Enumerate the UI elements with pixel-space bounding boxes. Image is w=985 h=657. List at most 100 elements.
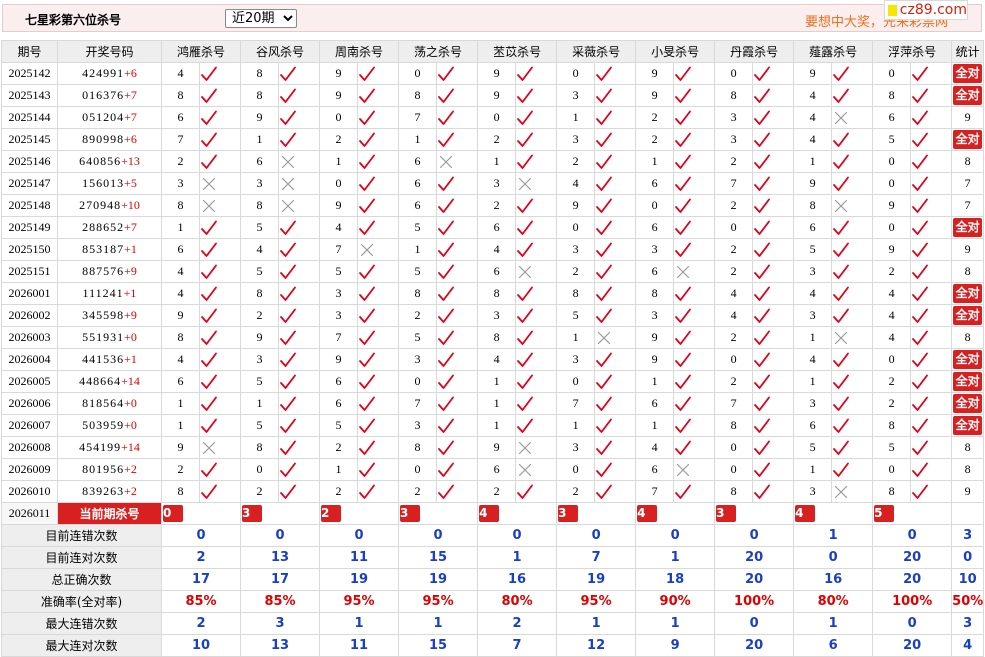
kill-number-cell: 6 <box>319 392 359 415</box>
result-cell <box>357 370 400 393</box>
result-cell <box>594 414 637 437</box>
kill-number-cell: 4 <box>319 216 359 239</box>
check-icon <box>280 396 319 412</box>
summary-value: 12 <box>556 634 637 657</box>
kill-number-cell: 9 <box>793 62 833 85</box>
result-cell <box>278 172 321 195</box>
summary-value: 95% <box>319 590 400 613</box>
check-icon <box>359 132 398 148</box>
check-icon <box>438 88 477 104</box>
check-icon <box>912 88 951 104</box>
kill-number-cell: 8 <box>714 84 754 107</box>
check-icon <box>359 396 398 412</box>
kill-number-cell: 3 <box>556 348 596 371</box>
cross-icon <box>280 198 319 214</box>
result-cell <box>673 172 716 195</box>
result-cell <box>594 304 637 327</box>
result-cell <box>278 282 321 305</box>
current-kill-spacer <box>357 502 400 525</box>
check-icon <box>675 132 714 148</box>
summary-value: 85% <box>160 590 242 613</box>
summary-value: 17 <box>160 568 242 591</box>
kill-number-cell: 5 <box>793 436 833 459</box>
kill-number-cell: 8 <box>714 480 754 503</box>
kill-number-cell: 1 <box>793 370 833 393</box>
kill-number-cell: 6 <box>161 238 200 261</box>
kill-number-cell: 3 <box>556 436 596 459</box>
check-icon <box>833 374 872 390</box>
check-icon <box>201 352 240 368</box>
kill-number-cell: 8 <box>161 326 200 349</box>
result-cell <box>594 436 637 459</box>
kill-number-cell: 3 <box>793 480 833 503</box>
summary-value: 2 <box>477 612 558 635</box>
result-cell <box>515 480 558 503</box>
check-icon <box>754 242 793 258</box>
result-cell <box>752 172 795 195</box>
correct-count: 8 <box>964 462 971 476</box>
result-cell <box>515 238 558 261</box>
result-cell <box>278 128 321 151</box>
check-icon <box>280 220 319 236</box>
kill-number-cell: 9 <box>161 304 200 327</box>
check-icon <box>517 132 556 148</box>
result-cell <box>752 106 795 129</box>
kill-number-cell: 8 <box>240 84 280 107</box>
period-cell: 2026001 <box>1 282 58 305</box>
check-icon <box>280 352 319 368</box>
summary-value: 95% <box>398 590 479 613</box>
result-cell <box>910 480 953 503</box>
check-icon <box>517 396 556 412</box>
check-icon <box>675 330 714 346</box>
kill-number-cell: 7 <box>398 392 438 415</box>
check-icon <box>438 418 477 434</box>
check-icon <box>833 88 872 104</box>
check-icon <box>675 66 714 82</box>
summary-value: 15 <box>398 634 479 657</box>
result-cell <box>198 436 242 459</box>
table-row: 2026002 345598+9 9 2 3 2 3 5 3 4 3 4 全对 <box>1 304 985 327</box>
kill-number-cell: 2 <box>714 150 754 173</box>
summary-value: 1 <box>477 546 558 569</box>
kill-number-cell: 4 <box>161 260 200 283</box>
period-cell: 2025147 <box>1 172 58 195</box>
summary-value: 11 <box>319 546 400 569</box>
summary-value: 100% <box>714 590 795 613</box>
draw-number-cell: 853187+1 <box>57 238 162 261</box>
period-range-select[interactable]: 近20期 <box>225 9 297 28</box>
result-cell <box>436 128 479 151</box>
result-cell <box>831 304 874 327</box>
result-cell <box>198 194 242 217</box>
stat-cell: 全对 <box>951 282 985 305</box>
period-cell: 2026004 <box>1 348 58 371</box>
check-icon <box>596 462 635 478</box>
summary-label: 准确率(全对率) <box>1 590 162 613</box>
draw-bonus: +13 <box>121 154 140 168</box>
period-cell: 2026006 <box>1 392 58 415</box>
cross-icon <box>517 462 556 478</box>
col-header-expert: 谷风杀号 <box>240 40 321 63</box>
check-icon <box>912 484 951 500</box>
summary-value: 19 <box>556 568 637 591</box>
result-cell <box>436 282 479 305</box>
kill-number-cell: 3 <box>556 84 596 107</box>
check-icon <box>438 66 477 82</box>
period-cell: 2025150 <box>1 238 58 261</box>
result-cell <box>831 128 874 151</box>
result-cell <box>357 304 400 327</box>
kill-number-cell: 6 <box>398 194 438 217</box>
check-icon <box>280 88 319 104</box>
result-cell <box>752 436 795 459</box>
check-icon <box>438 462 477 478</box>
result-cell <box>752 194 795 217</box>
check-icon <box>280 330 319 346</box>
all-correct-badge: 全对 <box>953 306 983 325</box>
check-icon <box>201 484 240 500</box>
check-icon <box>517 418 556 434</box>
check-icon <box>438 484 477 500</box>
kill-number-cell: 1 <box>635 150 675 173</box>
site-logo[interactable]: cz89.com <box>884 0 968 20</box>
cross-icon <box>675 264 714 280</box>
check-icon <box>280 110 319 126</box>
correct-count: 8 <box>964 440 971 454</box>
